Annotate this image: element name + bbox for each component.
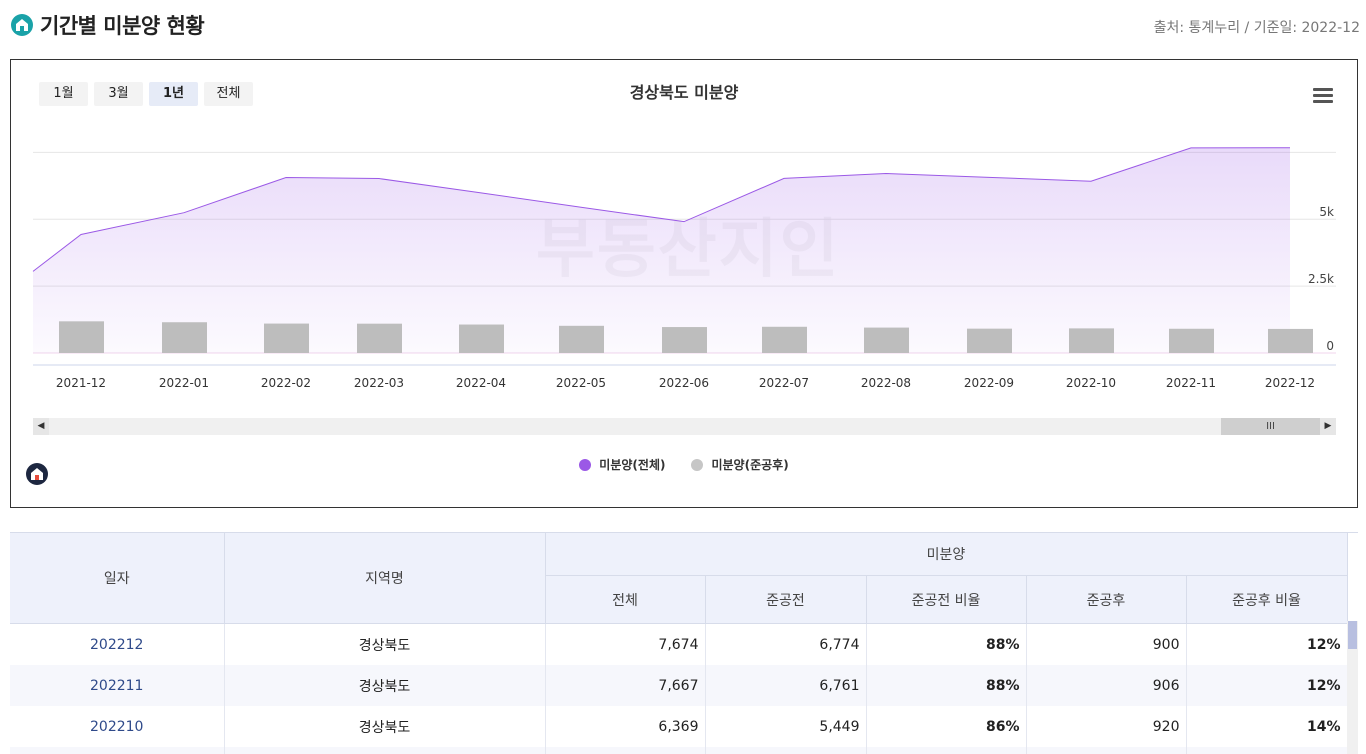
cell-post-ratio: 14%	[1186, 706, 1348, 747]
cell-date: 202210	[10, 706, 225, 747]
bar	[59, 321, 104, 353]
x-tick-label: 2022-11	[1166, 376, 1216, 390]
data-table-container: 일자 지역명 미분양 전체 준공전 준공전 비율 준공후 준공후 비율 2022…	[10, 532, 1358, 754]
chart-legend: 미분양(전체) 미분양(준공후)	[11, 456, 1357, 473]
column-header-pre[interactable]: 준공전	[705, 575, 867, 624]
x-tick-label: 2022-02	[261, 376, 311, 390]
column-header-post[interactable]: 준공후	[1026, 575, 1187, 624]
x-tick-label: 2022-12	[1265, 376, 1315, 390]
cell-post: 920	[1026, 706, 1187, 747]
bar	[762, 326, 807, 353]
x-tick-label: 2022-07	[759, 376, 809, 390]
table-scroll-thumb[interactable]	[1348, 621, 1357, 649]
column-header-pre-ratio[interactable]: 준공전 비율	[866, 575, 1027, 624]
x-tick-label: 2022-05	[556, 376, 606, 390]
home-icon	[11, 14, 33, 36]
cell-pre: 6,761	[705, 665, 867, 706]
cell-date: 202212	[10, 623, 225, 665]
column-header-region[interactable]: 지역명	[224, 533, 546, 624]
y-tick-label: 5k	[1319, 205, 1334, 219]
legend-label: 미분양(전체)	[599, 458, 666, 472]
scroll-right-arrow-icon[interactable]: ▶	[1320, 418, 1336, 435]
bar	[967, 328, 1012, 353]
x-tick-label: 2022-01	[159, 376, 209, 390]
table-row[interactable]: 202212 경상북도 7,674 6,774 88% 900 12%	[10, 623, 1348, 665]
bar	[662, 327, 707, 353]
y-tick-label: 0	[1326, 339, 1334, 353]
column-group-header: 미분양	[545, 533, 1348, 576]
cell-total: 7,674	[545, 623, 706, 665]
scroll-thumb[interactable]: III	[1221, 418, 1320, 435]
cell-post-ratio: 12%	[1186, 623, 1348, 665]
cell-pre-ratio: 88%	[866, 665, 1027, 706]
bar	[459, 324, 504, 353]
legend-item-post[interactable]: 미분양(준공후)	[691, 456, 789, 473]
chart-plot: 0 2.5k 5k 2021-12 2022-01 2022-02 2022-03 2022-…	[32, 147, 1336, 390]
bar	[864, 327, 909, 353]
x-tick-label: 2022-08	[861, 376, 911, 390]
x-tick-label: 2022-09	[964, 376, 1014, 390]
legend-dot-icon	[691, 458, 704, 471]
cell-region: 경상북도	[224, 623, 546, 665]
x-tick-label: 2022-04	[456, 376, 506, 390]
bar	[357, 323, 402, 353]
bar	[1268, 328, 1313, 353]
cell-pre-ratio: 88%	[866, 623, 1027, 665]
column-header-post-ratio[interactable]: 준공후 비율	[1186, 575, 1348, 624]
bar	[559, 325, 604, 353]
cell-pre: 5,449	[705, 706, 867, 747]
bar	[264, 323, 309, 353]
x-tick-label: 2022-06	[659, 376, 709, 390]
x-tick-label: 2022-03	[354, 376, 404, 390]
chart-scrollbar[interactable]: ◀ III ▶	[33, 418, 1336, 435]
y-tick-label: 2.5k	[1308, 272, 1334, 286]
column-header-date[interactable]: 일자	[10, 533, 225, 624]
page-title: 기간별 미분양 현황	[40, 14, 205, 38]
table-scrollbar[interactable]	[1347, 621, 1358, 754]
cell-region: 경상북도	[224, 665, 546, 706]
cell-post: 906	[1026, 665, 1187, 706]
area-fill	[33, 147, 1290, 353]
logo-icon	[26, 463, 48, 485]
source-text: 출처: 통계누리 / 기준일: 2022-12	[1153, 20, 1360, 36]
legend-label: 미분양(준공후)	[711, 458, 789, 472]
legend-item-total[interactable]: 미분양(전체)	[579, 456, 665, 473]
cell-pre-ratio: 86%	[866, 706, 1027, 747]
scroll-left-arrow-icon[interactable]: ◀	[33, 418, 49, 435]
cell-total: 6,369	[545, 706, 706, 747]
bar	[1069, 328, 1114, 353]
bar	[162, 322, 207, 353]
cell-region: 경상북도	[224, 706, 546, 747]
cell-total: 7,667	[545, 665, 706, 706]
chart-container: 1월 3월 1년 전체 경상북도 미분양 부동산지인 02.5k5k2021-1…	[10, 59, 1358, 508]
table-row[interactable]: 202211 경상북도 7,667 6,761 88% 906 12%	[10, 665, 1348, 706]
bar	[1169, 328, 1214, 353]
page-header: 기간별 미분양 현황 출처: 통계누리 / 기준일: 2022-12	[0, 0, 1366, 52]
cell-post-ratio: 12%	[1186, 665, 1348, 706]
data-table: 일자 지역명 미분양 전체 준공전 준공전 비율 준공후 준공후 비율 2022…	[10, 533, 1348, 754]
cell-date: 202211	[10, 665, 225, 706]
cell-post: 900	[1026, 623, 1187, 665]
x-tick-label: 2022-10	[1066, 376, 1116, 390]
x-tick-label: 2021-12	[56, 376, 106, 390]
table-row[interactable]: 202210 경상북도 6,369 5,449 86% 920 14%	[10, 706, 1348, 747]
cell-pre: 6,774	[705, 623, 867, 665]
legend-dot-icon	[579, 458, 592, 471]
column-header-total[interactable]: 전체	[545, 575, 706, 624]
